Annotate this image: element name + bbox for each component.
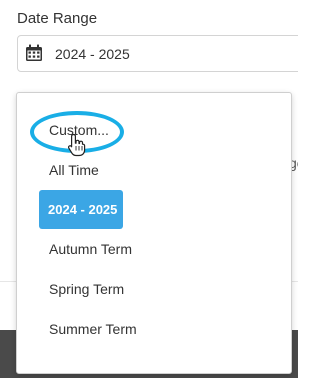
menu-item-autumn-term[interactable]: Autumn Term [49, 241, 132, 257]
page: Date Range 2024 - 2025 ge Custom... All … [0, 0, 298, 378]
menu-item-2024-2025[interactable]: 2024 - 2025 [39, 190, 123, 229]
menu-item-spring-term[interactable]: Spring Term [49, 281, 124, 297]
calendar-icon [26, 44, 42, 61]
menu-item-summer-term[interactable]: Summer Term [49, 321, 137, 337]
hand-pointer-icon [67, 133, 86, 157]
date-range-input[interactable]: 2024 - 2025 [17, 35, 298, 72]
date-range-label: Date Range [17, 10, 98, 27]
menu-item-all-time[interactable]: All Time [49, 162, 99, 178]
date-range-value: 2024 - 2025 [55, 46, 130, 62]
